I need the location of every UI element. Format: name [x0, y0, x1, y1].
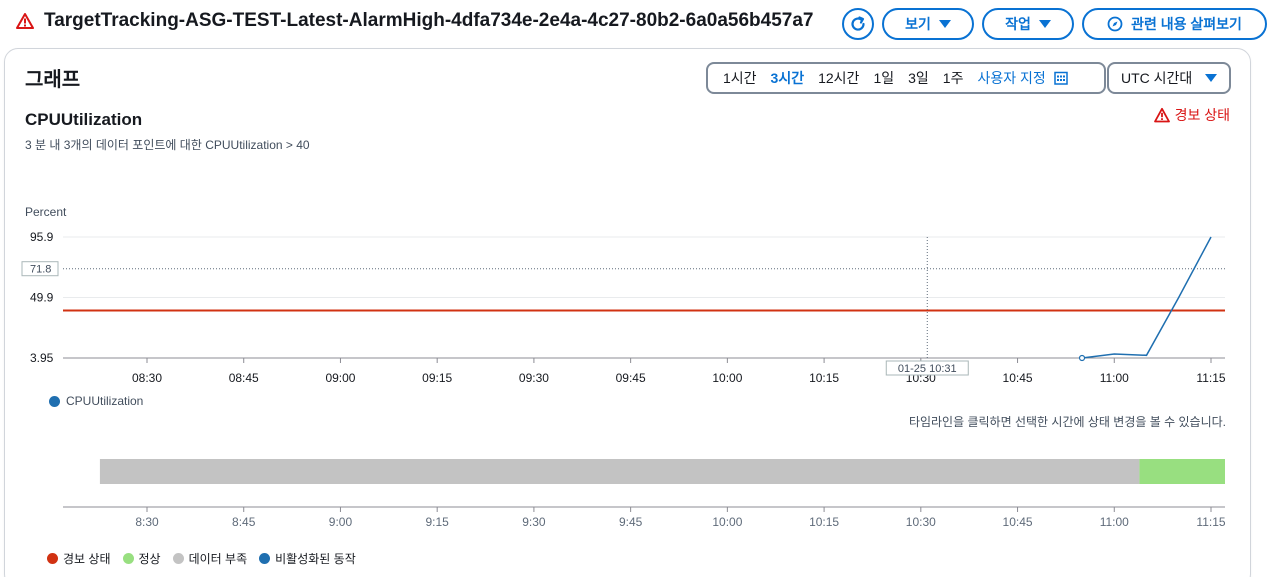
- crosshair-x-label: 01-25 10:31: [898, 363, 957, 375]
- x-tick-label: 08:30: [132, 371, 162, 385]
- timeline-tick-label: 10:45: [1003, 515, 1033, 529]
- timeline-tick-label: 11:15: [1196, 515, 1225, 529]
- timeline-tick-label: 11:00: [1100, 515, 1129, 529]
- x-tick-label: 10:00: [712, 371, 742, 385]
- x-tick-label: 09:15: [422, 371, 452, 385]
- alarm-state-timeline[interactable]: 8:30 8:45 9:00 9:15 9:30 9:45 10:00 10:15 10:30 1…: [63, 459, 1226, 529]
- timeline-segment: [1139, 459, 1225, 484]
- x-tick-label: 09:00: [325, 371, 355, 385]
- timeline-tick-label: 8:45: [232, 515, 256, 529]
- x-tick-label: 08:45: [229, 371, 259, 385]
- x-tick-label: 09:30: [519, 371, 549, 385]
- timeline-segment: [99, 459, 1140, 484]
- x-tick-label: 11:15: [1196, 371, 1225, 385]
- timeline-tick-label: 9:30: [522, 515, 546, 529]
- x-tick-label: 10:45: [1003, 371, 1033, 385]
- y-tick-label: 3.95: [30, 351, 54, 365]
- x-tick-label: 11:00: [1100, 371, 1129, 385]
- series-point: [1078, 354, 1086, 362]
- charts-svg: 95.9 49.9 3.95 71.8 08:30 08:45 09:00 09:15 09:3…: [21, 230, 1226, 529]
- timeline-tick-label: 9:45: [619, 515, 643, 529]
- cpu-line-chart[interactable]: 95.9 49.9 3.95 71.8 08:30 08:45 09:00 09:15 09:3…: [21, 230, 1226, 385]
- timeline-tick-label: 9:15: [426, 515, 450, 529]
- timeline-tick-label: 10:15: [809, 515, 839, 529]
- crosshair-y-label: 71.8: [30, 264, 51, 276]
- timeline-tick-label: 10:00: [712, 515, 742, 529]
- x-tick-label: 09:45: [616, 371, 646, 385]
- y-tick-label: 49.9: [30, 291, 54, 305]
- timeline-tick-label: 8:30: [135, 515, 159, 529]
- x-tick-label: 10:15: [809, 371, 839, 385]
- timeline-tick-label: 9:00: [329, 515, 353, 529]
- y-tick-label: 95.9: [30, 230, 54, 244]
- timeline-tick-label: 10:30: [906, 515, 936, 529]
